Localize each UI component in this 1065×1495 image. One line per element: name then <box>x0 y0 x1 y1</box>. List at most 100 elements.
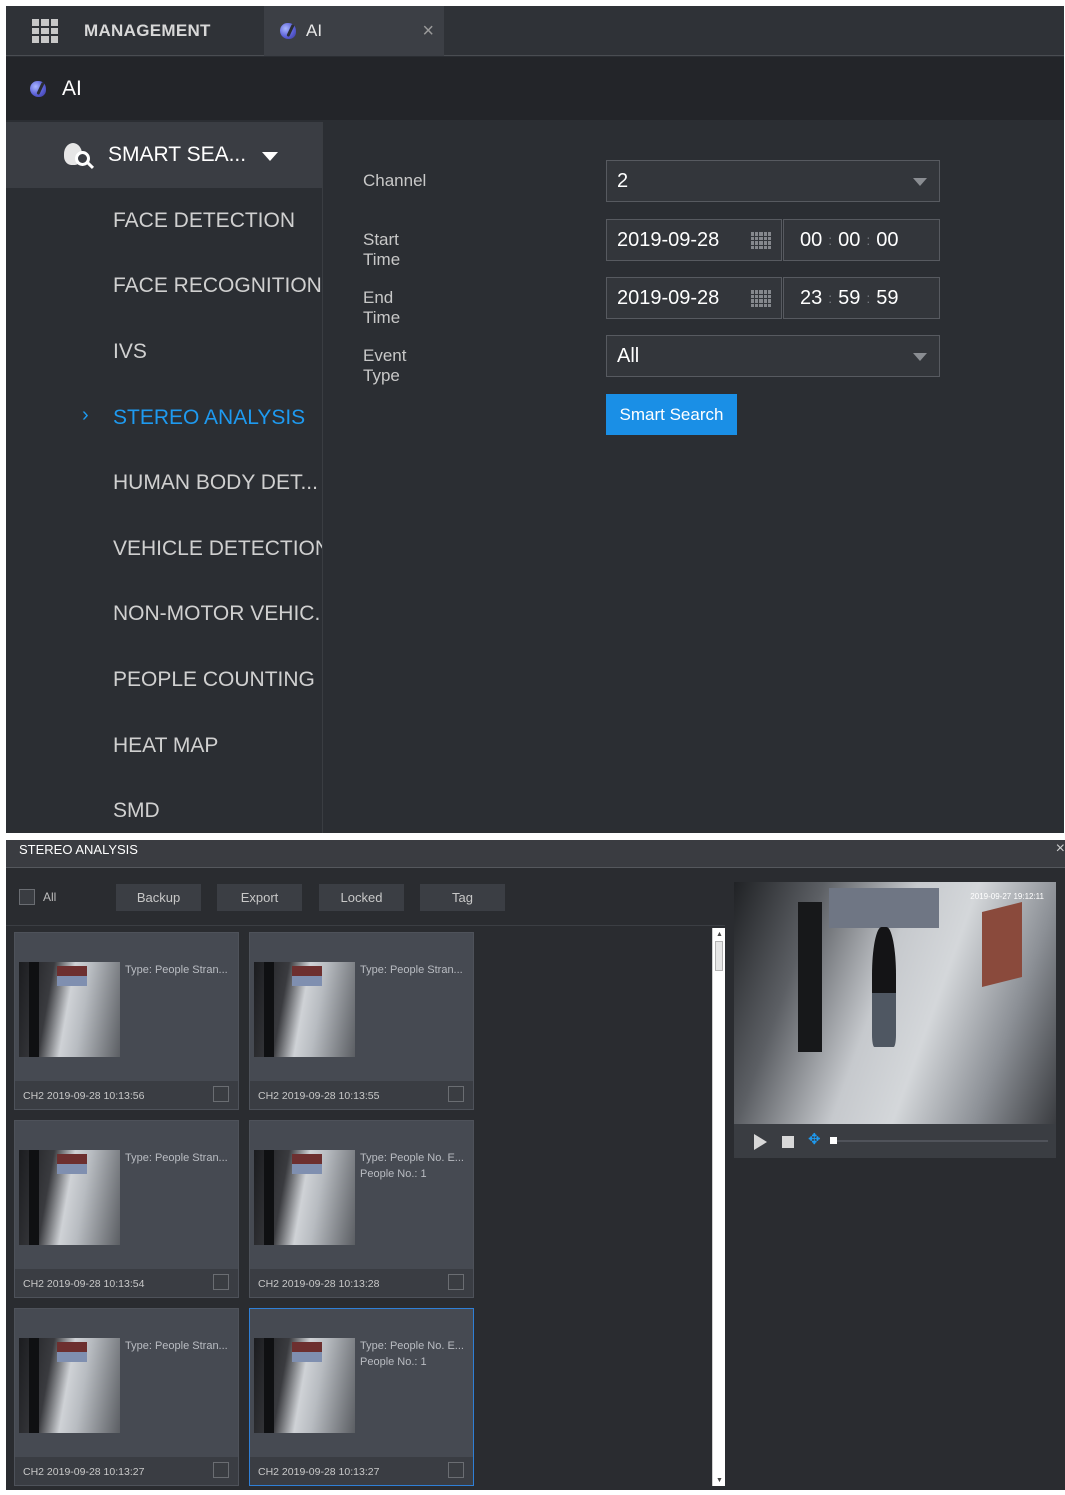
card-checkbox[interactable] <box>213 1274 229 1290</box>
sidebar-item-stereo-analysis[interactable]: › STEREO ANALYSIS <box>6 385 322 451</box>
sidebar-item-vehicle-detection[interactable]: VEHICLE DETECTION <box>6 516 322 582</box>
locked-button[interactable]: Locked <box>319 884 404 911</box>
zoom-icon[interactable]: ✥ <box>808 1130 821 1148</box>
end-hour[interactable]: 23 <box>800 287 822 310</box>
scrollbar-thumb[interactable] <box>715 941 723 971</box>
card-meta: Type: People Stran... <box>125 962 237 978</box>
video-timestamp-osd: 2019-09-27 19:12:11 <box>970 892 1044 901</box>
start-date-input[interactable]: 2019-09-28 <box>606 219 782 261</box>
video-preview[interactable]: 2019-09-27 19:12:11 <box>734 882 1056 1124</box>
close-icon[interactable]: × <box>1056 840 1065 858</box>
event-type-label: Event Type <box>363 346 407 385</box>
play-icon[interactable] <box>754 1134 767 1150</box>
chevron-right-icon: › <box>82 403 89 426</box>
result-card[interactable]: Type: People Stran... CH2 2019-09-28 10:… <box>14 1308 239 1486</box>
start-hour[interactable]: 00 <box>800 229 822 252</box>
card-checkbox[interactable] <box>213 1462 229 1478</box>
end-time-input[interactable]: 23 : 59 : 59 <box>783 277 940 319</box>
calendar-icon[interactable] <box>751 290 771 307</box>
card-checkbox[interactable] <box>448 1274 464 1290</box>
tab-ai-label: AI <box>306 21 323 40</box>
time-separator: : <box>828 290 833 306</box>
tab-management[interactable]: MANAGEMENT <box>6 6 264 56</box>
card-timestamp: CH2 2019-09-28 10:13:56 <box>23 1090 145 1102</box>
card-footer: CH2 2019-09-28 10:13:54 <box>15 1269 238 1297</box>
sidebar-item-label: VEHICLE DETECTION <box>113 536 322 560</box>
snapshot-thumbnail[interactable] <box>254 1338 355 1433</box>
card-checkbox[interactable] <box>213 1086 229 1102</box>
snapshot-thumbnail[interactable] <box>19 1150 120 1245</box>
sidebar-item-ivs[interactable]: IVS <box>6 319 322 385</box>
card-footer: CH2 2019-09-28 10:13:27 <box>15 1457 238 1485</box>
card-footer: CH2 2019-09-28 10:13:28 <box>250 1269 473 1297</box>
sidebar-item-label: FACE DETECTION <box>113 208 296 232</box>
export-button[interactable]: Export <box>217 884 302 911</box>
card-meta: Type: People No. E... People No.: 1 <box>360 1150 472 1182</box>
player-controls: ✥ <box>734 1124 1056 1158</box>
sidebar-item-people-counting[interactable]: PEOPLE COUNTING <box>6 647 322 713</box>
tab-bar: MANAGEMENT AI × <box>6 6 1064 56</box>
dropdown-arrow-icon <box>913 178 927 186</box>
end-date-input[interactable]: 2019-09-28 <box>606 277 782 319</box>
card-people-no: People No.: 1 <box>360 1168 427 1180</box>
end-second[interactable]: 59 <box>876 287 898 310</box>
sidebar-item-non-motor-vehicle[interactable]: NON-MOTOR VEHIC... <box>6 582 322 648</box>
event-type-select[interactable]: All <box>606 335 940 377</box>
scroll-up-icon[interactable]: ▲ <box>716 931 723 938</box>
card-checkbox[interactable] <box>448 1462 464 1478</box>
time-separator: : <box>866 232 871 248</box>
sidebar: SMART SEA... FACE DETECTION FACE RECOGNI… <box>6 122 323 833</box>
sidebar-item-label: HEAT MAP <box>113 733 219 757</box>
progress-knob[interactable] <box>830 1137 837 1144</box>
sidebar-item-heat-map[interactable]: HEAT MAP <box>6 713 322 779</box>
start-time-input[interactable]: 00 : 00 : 00 <box>783 219 940 261</box>
result-card-selected[interactable]: Type: People No. E... People No.: 1 CH2 2… <box>249 1308 474 1486</box>
results-header: STEREO ANALYSIS × <box>6 840 1065 868</box>
end-minute[interactable]: 59 <box>838 287 860 310</box>
card-type: Type: People Stran... <box>360 964 463 976</box>
snapshot-thumbnail[interactable] <box>254 962 355 1057</box>
end-date-value: 2019-09-28 <box>617 286 720 309</box>
scroll-down-icon[interactable]: ▼ <box>716 1477 723 1484</box>
channel-label: Channel <box>363 171 427 190</box>
start-minute[interactable]: 00 <box>838 229 860 252</box>
event-type-value: All <box>617 344 640 367</box>
sidebar-item-face-recognition[interactable]: FACE RECOGNITION <box>6 254 322 320</box>
select-all-checkbox[interactable] <box>19 889 35 905</box>
start-second[interactable]: 00 <box>876 229 898 252</box>
search-form: Channel 2 Start Time 2019-09-28 00 : 00 … <box>324 122 1064 833</box>
channel-select[interactable]: 2 <box>606 160 940 202</box>
sidebar-item-smd[interactable]: SMD <box>6 778 322 833</box>
sidebar-item-face-detection[interactable]: FACE DETECTION <box>6 188 322 254</box>
backup-button[interactable]: Backup <box>116 884 201 911</box>
sidebar-item-label: NON-MOTOR VEHIC... <box>113 602 322 626</box>
sidebar-item-human-body-detection[interactable]: HUMAN BODY DET... <box>6 450 322 516</box>
results-scrollbar[interactable]: ▲ ▼ <box>712 928 725 1486</box>
time-separator: : <box>828 232 833 248</box>
tag-button[interactable]: Tag <box>420 884 505 911</box>
card-meta: Type: People Stran... <box>360 962 472 978</box>
start-time-label: Start Time <box>363 230 401 269</box>
card-type: Type: People No. E... <box>360 1340 464 1352</box>
smart-search-button[interactable]: Smart Search <box>606 394 737 435</box>
snapshot-thumbnail[interactable] <box>254 1150 355 1245</box>
card-type: Type: People Stran... <box>125 964 228 976</box>
snapshot-thumbnail[interactable] <box>19 1338 120 1433</box>
stop-icon[interactable] <box>782 1136 794 1148</box>
tab-ai[interactable]: AI × <box>264 6 444 56</box>
result-card[interactable]: Type: People Stran... CH2 2019-09-28 10:… <box>14 932 239 1110</box>
tab-management-label: MANAGEMENT <box>84 21 211 40</box>
result-card[interactable]: Type: People Stran... CH2 2019-09-28 10:… <box>249 932 474 1110</box>
close-tab-icon[interactable]: × <box>422 20 434 43</box>
calendar-icon[interactable] <box>751 232 771 249</box>
card-type: Type: People Stran... <box>125 1152 228 1164</box>
result-card[interactable]: Type: People Stran... CH2 2019-09-28 10:… <box>14 1120 239 1298</box>
result-card[interactable]: Type: People No. E... People No.: 1 CH2 2… <box>249 1120 474 1298</box>
smart-search-menu[interactable]: SMART SEA... <box>6 122 322 188</box>
dropdown-arrow-icon <box>913 353 927 361</box>
card-meta: Type: People Stran... <box>125 1338 237 1354</box>
card-checkbox[interactable] <box>448 1086 464 1102</box>
snapshot-thumbnail[interactable] <box>19 962 120 1057</box>
playback-progress[interactable] <box>830 1137 1048 1144</box>
results-title: STEREO ANALYSIS <box>19 842 138 857</box>
